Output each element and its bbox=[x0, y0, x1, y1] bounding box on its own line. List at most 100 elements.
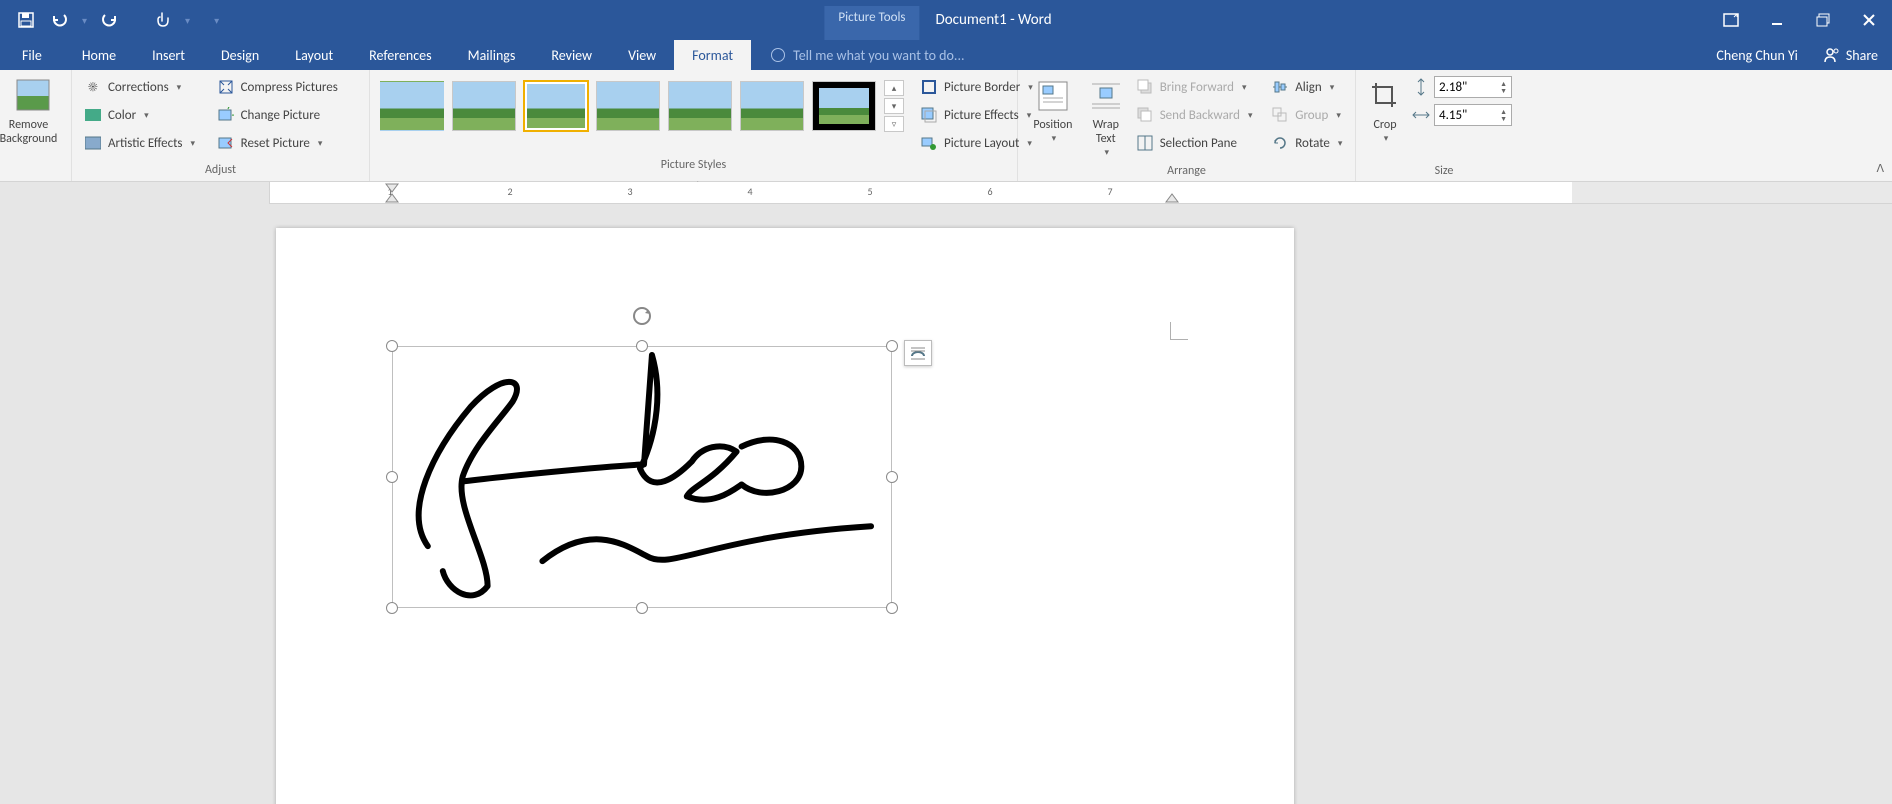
tab-references[interactable]: References bbox=[351, 40, 449, 70]
ruler-mark: 4 bbox=[747, 185, 752, 198]
save-button[interactable] bbox=[12, 6, 40, 34]
style-thumb-7[interactable] bbox=[812, 81, 876, 131]
group-adjust: ☀ Corrections▾ Color▾ Artistic Effects▾ … bbox=[72, 70, 370, 181]
group-remove-background: Remove Background bbox=[0, 70, 72, 181]
indent-marker-left[interactable] bbox=[382, 182, 402, 204]
compress-icon bbox=[217, 78, 235, 96]
touch-mode-button[interactable] bbox=[149, 6, 177, 34]
minimize-button[interactable] bbox=[1754, 0, 1800, 40]
tab-insert[interactable]: Insert bbox=[134, 40, 203, 70]
crop-button[interactable]: Crop▾ bbox=[1362, 74, 1408, 162]
picture-tools-context-tab: Picture Tools bbox=[824, 6, 919, 40]
redo-button[interactable] bbox=[95, 6, 123, 34]
artistic-effects-button[interactable]: Artistic Effects▾ bbox=[78, 130, 211, 156]
color-icon bbox=[84, 106, 102, 124]
gallery-down-icon[interactable]: ▾ bbox=[884, 98, 904, 114]
group-arrange: Position▾ Wrap Text▾ Bring Forward▾ Send… bbox=[1018, 70, 1356, 181]
ruler-mark: 2 bbox=[507, 185, 512, 198]
selection-pane-button[interactable]: Selection Pane bbox=[1130, 130, 1266, 156]
tell-me-search[interactable]: Tell me what you want to do... bbox=[751, 40, 964, 70]
style-thumb-2[interactable] bbox=[452, 81, 516, 131]
style-thumb-5[interactable] bbox=[668, 81, 732, 131]
position-button[interactable]: Position▾ bbox=[1024, 74, 1082, 162]
wrap-text-button[interactable]: Wrap Text▾ bbox=[1082, 74, 1130, 162]
resize-handle-nw[interactable] bbox=[386, 340, 398, 352]
gallery-scroll[interactable]: ▴ ▾ ▿ bbox=[884, 80, 904, 132]
group-label-adjust: Adjust bbox=[78, 161, 363, 181]
send-backward-button[interactable]: Send Backward▾ bbox=[1130, 102, 1266, 128]
width-row: 4.15" ▲▼ bbox=[1412, 104, 1512, 126]
undo-dropdown[interactable]: ▾ bbox=[80, 14, 89, 27]
resize-handle-n[interactable] bbox=[636, 340, 648, 352]
reset-picture-button[interactable]: Reset Picture▾ bbox=[211, 130, 363, 156]
tab-design[interactable]: Design bbox=[203, 40, 277, 70]
indent-marker-right[interactable] bbox=[1164, 192, 1180, 204]
resize-handle-e[interactable] bbox=[886, 471, 898, 483]
tab-review[interactable]: Review bbox=[533, 40, 610, 70]
bring-forward-button[interactable]: Bring Forward▾ bbox=[1130, 74, 1266, 100]
gallery-up-icon[interactable]: ▴ bbox=[884, 80, 904, 96]
collapse-ribbon-button[interactable]: ᐱ bbox=[1876, 162, 1884, 175]
rotate-handle[interactable] bbox=[630, 304, 654, 328]
share-button[interactable]: Share bbox=[1810, 40, 1892, 70]
undo-button[interactable] bbox=[46, 6, 74, 34]
crop-icon bbox=[1367, 78, 1403, 114]
style-thumb-6[interactable] bbox=[740, 81, 804, 131]
resize-handle-s[interactable] bbox=[636, 602, 648, 614]
tab-view[interactable]: View bbox=[610, 40, 674, 70]
picture-effects-icon bbox=[920, 106, 938, 124]
qat-customize[interactable]: ▾ bbox=[212, 14, 221, 27]
horizontal-ruler[interactable]: 1 2 3 4 5 6 7 bbox=[270, 182, 1892, 204]
margin-corner-mark bbox=[1170, 322, 1188, 340]
bring-forward-icon bbox=[1136, 78, 1154, 96]
height-spinner[interactable]: ▲▼ bbox=[1500, 80, 1507, 94]
selected-picture[interactable] bbox=[392, 346, 892, 608]
corrections-button[interactable]: ☀ Corrections▾ bbox=[78, 74, 211, 100]
touch-dropdown[interactable]: ▾ bbox=[183, 14, 192, 27]
rotate-button[interactable]: Rotate▾ bbox=[1265, 130, 1349, 156]
ruler-mark: 6 bbox=[987, 185, 992, 198]
tab-file[interactable]: File bbox=[0, 40, 64, 70]
width-input[interactable]: 4.15" ▲▼ bbox=[1434, 104, 1512, 126]
tab-layout[interactable]: Layout bbox=[277, 40, 351, 70]
group-button[interactable]: Group▾ bbox=[1265, 102, 1349, 128]
tab-mailings[interactable]: Mailings bbox=[450, 40, 534, 70]
page[interactable] bbox=[276, 228, 1294, 804]
resize-handle-se[interactable] bbox=[886, 602, 898, 614]
style-thumb-4[interactable] bbox=[596, 81, 660, 131]
account-user[interactable]: Cheng Chun Yi bbox=[1704, 40, 1809, 70]
ribbon-display-options[interactable] bbox=[1708, 0, 1754, 40]
style-thumb-3[interactable] bbox=[524, 81, 588, 131]
height-input[interactable]: 2.18" ▲▼ bbox=[1434, 76, 1512, 98]
picture-styles-gallery[interactable]: ▴ ▾ ▿ bbox=[376, 74, 908, 138]
ruler-mark: 5 bbox=[867, 185, 872, 198]
align-button[interactable]: Align▾ bbox=[1265, 74, 1349, 100]
resize-handle-sw[interactable] bbox=[386, 602, 398, 614]
ruler-mark: 3 bbox=[627, 185, 632, 198]
gallery-more-icon[interactable]: ▿ bbox=[884, 116, 904, 132]
tab-format[interactable]: Format bbox=[674, 40, 751, 70]
height-icon bbox=[1412, 78, 1430, 96]
remove-background-button[interactable]: Remove Background bbox=[0, 74, 65, 162]
resize-handle-w[interactable] bbox=[386, 471, 398, 483]
close-button[interactable] bbox=[1846, 0, 1892, 40]
ruler-mark: 7 bbox=[1107, 185, 1112, 198]
picture-bounding-box bbox=[392, 346, 892, 608]
document-canvas[interactable] bbox=[0, 204, 1892, 804]
rotate-icon bbox=[1271, 134, 1289, 152]
resize-handle-ne[interactable] bbox=[886, 340, 898, 352]
align-icon bbox=[1271, 78, 1289, 96]
signature-image bbox=[393, 347, 891, 608]
style-thumb-1[interactable] bbox=[380, 81, 444, 131]
color-button[interactable]: Color▾ bbox=[78, 102, 211, 128]
restore-button[interactable] bbox=[1800, 0, 1846, 40]
position-icon bbox=[1035, 78, 1071, 114]
width-spinner[interactable]: ▲▼ bbox=[1500, 108, 1507, 122]
group-label-styles: Picture Styles bbox=[376, 156, 1011, 176]
compress-pictures-button[interactable]: Compress Pictures bbox=[211, 74, 363, 100]
picture-border-icon bbox=[920, 78, 938, 96]
window-controls bbox=[1708, 0, 1892, 40]
layout-options-flyout[interactable] bbox=[904, 340, 932, 366]
change-picture-button[interactable]: Change Picture bbox=[211, 102, 363, 128]
tab-home[interactable]: Home bbox=[64, 40, 134, 70]
